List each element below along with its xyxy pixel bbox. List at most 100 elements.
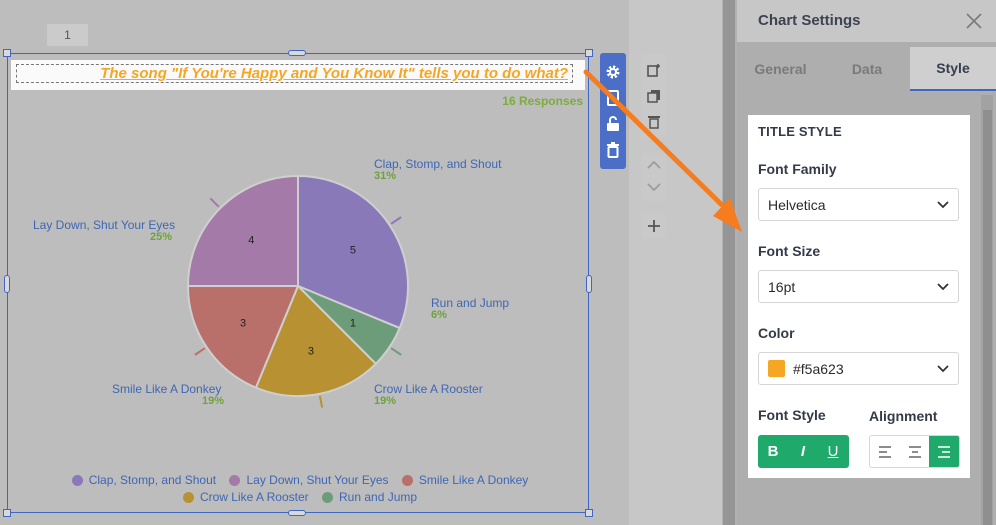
add-image-button[interactable] [641, 57, 666, 83]
slice-pct-smile: 19% [202, 395, 225, 407]
bold-button[interactable]: B [758, 435, 788, 468]
duplicate-icon [646, 90, 660, 103]
color-select[interactable]: #f5a623 [758, 352, 959, 385]
page-number-tab[interactable]: 1 [47, 24, 88, 46]
legend-label: Clap, Stomp, and Shout [88, 473, 217, 487]
resize-handle-bottom-right[interactable] [585, 509, 593, 517]
align-left-icon [878, 445, 891, 458]
resize-handle-top-left[interactable] [3, 49, 11, 57]
font-family-select[interactable]: Helvetica [758, 188, 959, 221]
duplicate-button[interactable] [641, 83, 666, 109]
legend-dot [229, 475, 241, 486]
chevron-down-icon [937, 283, 949, 291]
legend-label: Smile Like A Donkey [418, 473, 529, 487]
color-label: Color [758, 325, 795, 341]
gear-icon [606, 65, 620, 79]
move-up-button[interactable] [641, 153, 666, 177]
legend-dot [322, 492, 333, 503]
chevron-up-icon [646, 161, 661, 169]
legend-item: Clap, Stomp, and Shout [71, 473, 217, 488]
move-down-button[interactable] [641, 175, 666, 199]
lock-button[interactable] [600, 111, 626, 137]
responses-count: 16 Responses [502, 94, 583, 108]
bold-glyph: B [767, 443, 779, 460]
trash-icon [607, 142, 619, 158]
align-center-button[interactable] [900, 436, 930, 467]
slice-pct-run: 6% [431, 309, 447, 321]
title-style-card: TITLE STYLE Font Family Helvetica Font S… [748, 115, 970, 478]
font-size-select[interactable]: 16pt [758, 270, 959, 303]
resize-handle-bottom-left[interactable] [3, 509, 11, 517]
resize-handle-bottom[interactable] [288, 510, 306, 516]
font-size-label: Font Size [758, 243, 821, 259]
copy-icon [607, 90, 619, 106]
plus-icon [647, 219, 660, 232]
font-size-value: 16pt [768, 278, 796, 295]
panel-header: Chart Settings [737, 0, 996, 42]
page-number: 1 [64, 28, 71, 42]
chart-title-box[interactable]: The song "If You're Happy and You Know I… [11, 60, 585, 90]
align-left-button[interactable] [870, 436, 900, 467]
legend-label: Crow Like A Rooster [199, 490, 309, 504]
close-icon[interactable] [965, 12, 983, 30]
slice-label-run: Run and Jump [431, 296, 510, 310]
page-toolbar [641, 54, 666, 138]
legend-item: Smile Like A Donkey [401, 473, 529, 488]
chevron-down-icon [937, 365, 949, 373]
alignment-label: Alignment [869, 408, 938, 424]
font-family-label: Font Family [758, 161, 837, 177]
slice-label-crow: Crow Like A Rooster [374, 382, 483, 396]
settings-button[interactable] [600, 59, 626, 85]
align-center-icon [908, 445, 921, 458]
chart-legend: Clap, Stomp, and Shout Lay Down, Shut Yo… [60, 473, 540, 507]
panel-scrollbar-thumb[interactable] [983, 110, 992, 525]
underline-glyph: U [827, 443, 839, 460]
underline-button[interactable]: U [818, 435, 848, 468]
tab-data[interactable]: Data [824, 47, 910, 91]
resize-handle-top[interactable] [288, 50, 306, 56]
chart-frame[interactable] [7, 53, 589, 513]
font-style-group: B I U [758, 435, 849, 468]
legend-dot [182, 492, 194, 503]
resize-handle-left[interactable] [4, 275, 10, 293]
italic-button[interactable]: I [788, 435, 818, 468]
add-image-icon [646, 64, 660, 77]
copy-button[interactable] [600, 85, 626, 111]
element-toolbar [600, 53, 626, 169]
legend-item: Crow Like A Rooster [182, 490, 309, 505]
legend-dot [401, 475, 413, 486]
panel-title: Chart Settings [758, 12, 861, 29]
panel-tabs: General Data Style [737, 47, 996, 91]
font-family-value: Helvetica [768, 196, 826, 213]
slice-pct-crow: 19% [374, 395, 397, 407]
chevron-down-icon [646, 183, 661, 191]
slice-label-smile: Smile Like A Donkey [112, 382, 222, 396]
section-title: TITLE STYLE [758, 124, 842, 139]
slice-pct-clap: 31% [374, 170, 397, 182]
add-element-button[interactable] [641, 213, 666, 238]
align-right-button[interactable] [929, 436, 959, 467]
slice-pct-lay: 25% [150, 231, 173, 243]
chevron-down-icon [937, 201, 949, 209]
chart-title-editor[interactable]: The song "If You're Happy and You Know I… [16, 64, 573, 83]
chart-title[interactable]: The song "If You're Happy and You Know I… [100, 65, 568, 82]
delete-button[interactable] [600, 137, 626, 163]
align-right-icon [938, 445, 951, 458]
resize-handle-top-right[interactable] [585, 49, 593, 57]
tab-style[interactable]: Style [910, 47, 996, 91]
resize-handle-right[interactable] [586, 275, 592, 293]
delete-page-button[interactable] [641, 109, 666, 135]
legend-item: Lay Down, Shut Your Eyes [229, 473, 389, 488]
slice-label-clap: Clap, Stomp, and Shout [374, 157, 502, 171]
italic-glyph: I [800, 443, 806, 460]
legend-dot [71, 475, 83, 486]
legend-label: Run and Jump [339, 490, 418, 504]
unlock-icon [607, 116, 619, 131]
color-swatch [768, 360, 785, 377]
legend-item: Run and Jump [322, 490, 417, 505]
tab-general[interactable]: General [737, 47, 824, 91]
legend-label: Lay Down, Shut Your Eyes [246, 473, 389, 487]
canvas-scrollbar-thumb[interactable] [723, 0, 735, 525]
slice-label-lay: Lay Down, Shut Your Eyes [33, 218, 176, 232]
color-value: #f5a623 [793, 360, 844, 377]
